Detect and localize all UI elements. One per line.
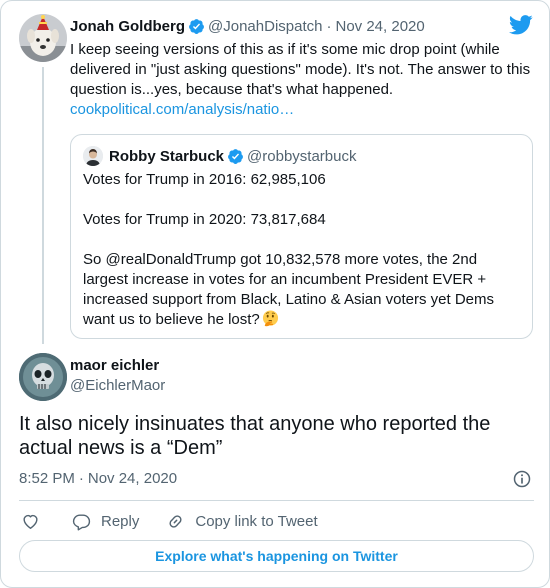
- quoted-tweet-header: Robby Starbuck @robbystarbuck: [83, 146, 356, 166]
- tweet-text-line: want us to believe he lost?: [83, 311, 260, 328]
- tweet-embed-card: Jonah Goldberg @JonahDispatch · Nov 24, …: [0, 0, 550, 588]
- dog-avatar-icon: [19, 14, 67, 62]
- person-avatar-icon: [83, 146, 103, 166]
- like-button[interactable]: [21, 512, 40, 531]
- link-icon: [169, 514, 182, 528]
- avatar[interactable]: [19, 14, 67, 62]
- tweet-text-line: It also nicely insinuates that anyone wh…: [19, 413, 491, 435]
- tweet-text-line: Votes for Trump in 2016: 62,985,106: [83, 171, 326, 188]
- author-handle[interactable]: @JonahDispatch: [208, 18, 322, 35]
- parent-tweet-header: Jonah Goldberg @JonahDispatch · Nov 24, …: [70, 16, 425, 36]
- info-icon[interactable]: [512, 469, 532, 489]
- tweet-timestamp[interactable]: 8:52 PM · Nov 24, 2020: [19, 470, 177, 487]
- tweet-time: 8:52 PM: [19, 470, 75, 487]
- quoted-author-name: Robby Starbuck: [109, 147, 225, 165]
- parent-tweet[interactable]: Jonah Goldberg @JonahDispatch · Nov 24, …: [1, 1, 549, 346]
- separator-dot: ·: [78, 470, 84, 487]
- heart-icon: [23, 514, 38, 529]
- quoted-tweet[interactable]: Robby Starbuck @robbystarbuck Votes for …: [70, 134, 533, 339]
- tweet-text-line: I keep seeing versions of this as if it'…: [70, 41, 500, 58]
- quoted-author-handle: @robbystarbuck: [247, 147, 357, 165]
- reply-icon: [72, 513, 91, 531]
- tweet-text-line: So @realDonaldTrump got 10,832,578 more …: [83, 251, 478, 268]
- article-link[interactable]: cookpolitical.com/analysis/natio…: [70, 101, 294, 118]
- verified-badge-icon: [228, 148, 243, 164]
- explore-twitter-button[interactable]: Explore what's happening on Twitter: [19, 540, 534, 572]
- skull-avatar-icon: [19, 353, 67, 401]
- tweet-text-line: largest increase in votes for an incumbe…: [83, 271, 487, 288]
- twitter-bird-icon[interactable]: [509, 15, 533, 35]
- avatar: [83, 146, 103, 166]
- separator-dot: ·: [326, 17, 332, 35]
- quoted-tweet-text: Votes for Trump in 2016: 62,985,106 Vote…: [83, 170, 523, 330]
- tweet-text-line: Votes for Trump in 2020: 73,817,684: [83, 211, 326, 228]
- tweet-text-line: question is...yes, because that's what h…: [70, 81, 394, 98]
- reply-label: Reply: [101, 512, 140, 530]
- author-name[interactable]: Jonah Goldberg: [70, 18, 185, 35]
- thread-connector-line: [42, 67, 44, 344]
- copy-link-button[interactable]: Copy link to Tweet: [166, 512, 318, 531]
- thinking-face-icon: [262, 310, 278, 327]
- parent-tweet-text: I keep seeing versions of this as if it'…: [70, 40, 532, 120]
- tweet-actions: Reply Copy link to Tweet: [21, 510, 318, 532]
- tweet-text-line: delivered in "just asking questions" mod…: [70, 61, 531, 78]
- tweet-date: Nov 24, 2020: [87, 470, 178, 487]
- main-tweet-text: It also nicely insinuates that anyone wh…: [19, 412, 534, 460]
- reply-button[interactable]: Reply: [72, 512, 139, 531]
- tweet-text-line: increased support from Black, Latino & A…: [83, 291, 495, 308]
- avatar[interactable]: [19, 353, 67, 401]
- tweet-date[interactable]: Nov 24, 2020: [335, 18, 424, 35]
- copy-link-label: Copy link to Tweet: [195, 512, 318, 530]
- author-handle[interactable]: @EichlerMaor: [70, 377, 165, 394]
- divider: [19, 500, 534, 501]
- verified-badge-icon: [189, 18, 204, 34]
- author-name[interactable]: maor eichler: [70, 357, 159, 374]
- tweet-text-line: actual news is a “Dem”: [19, 437, 223, 459]
